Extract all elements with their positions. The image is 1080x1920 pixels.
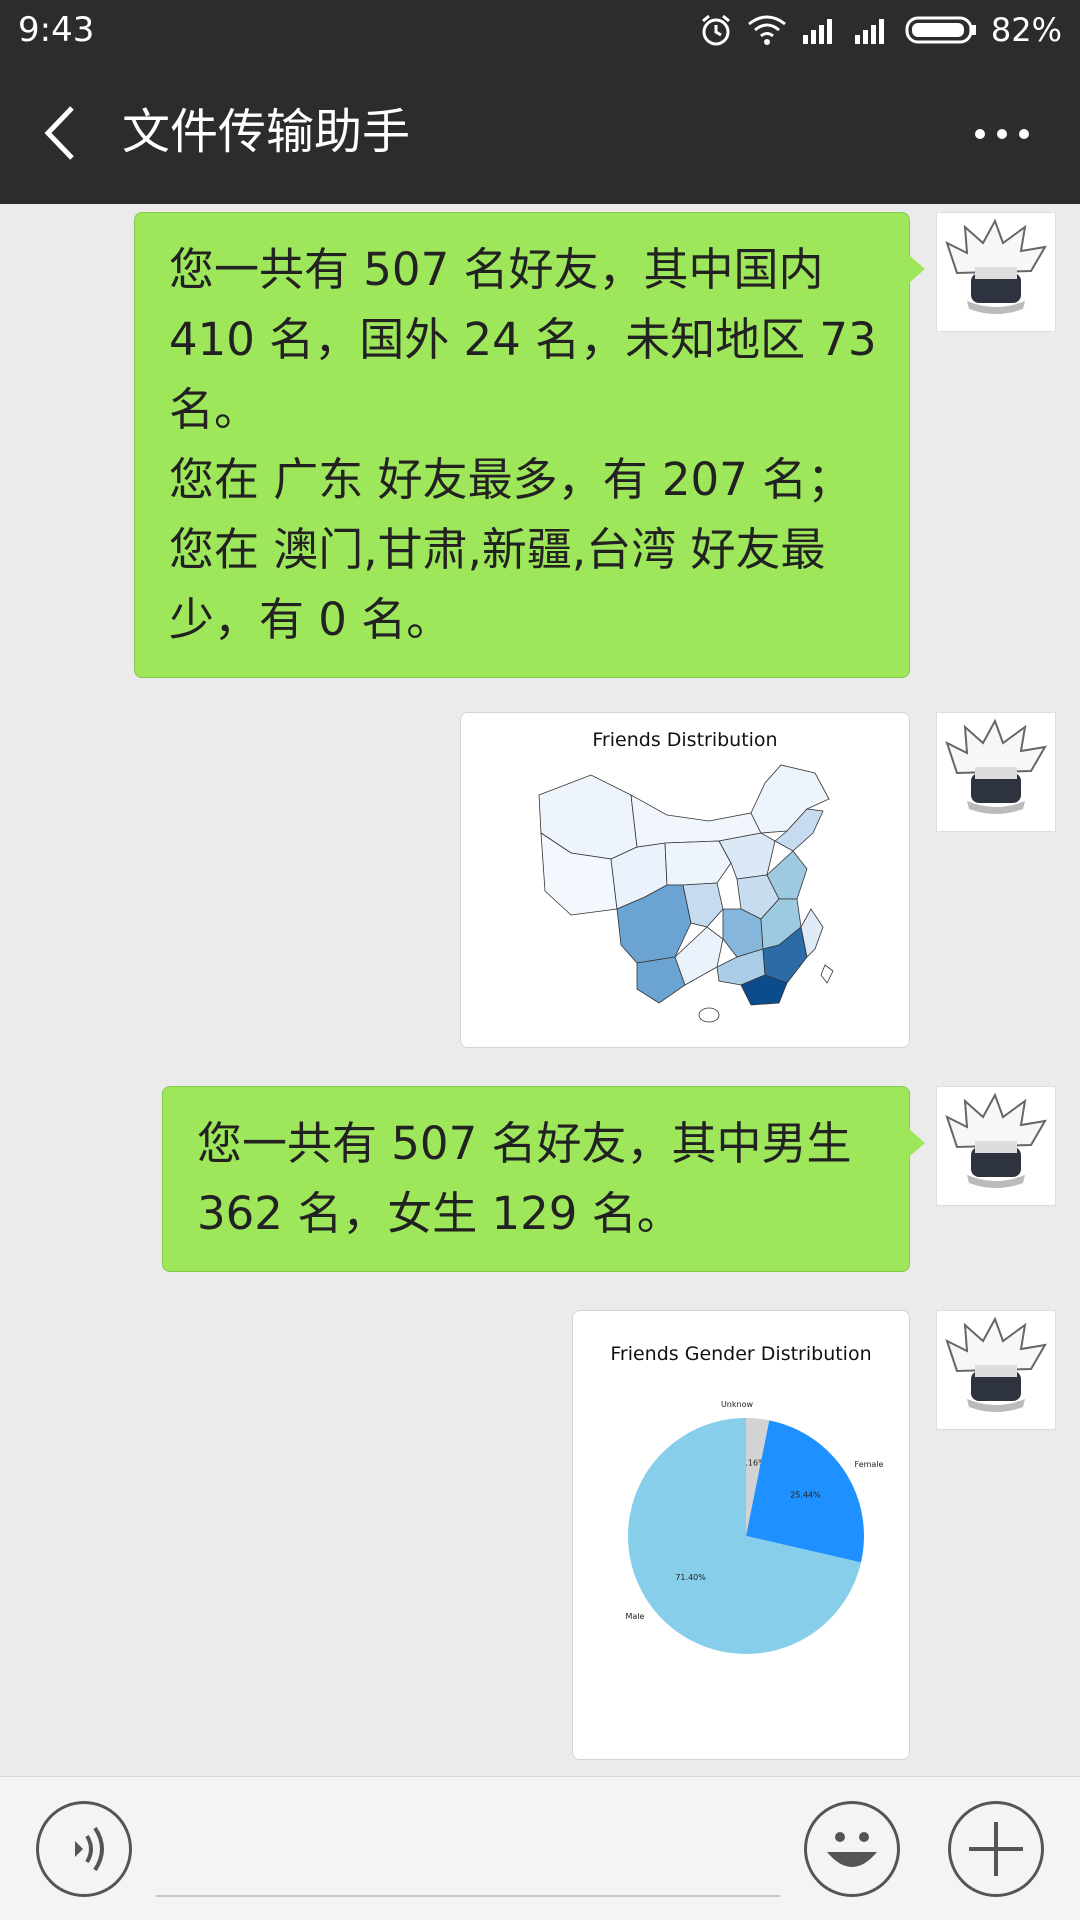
pie-chart-image[interactable]: Friends Gender Distribution 3.16% Unknow 2… — [572, 1310, 910, 1760]
avatar[interactable] — [936, 1310, 1056, 1430]
map-image[interactable]: Friends Distribution — [460, 712, 910, 1048]
avatar-image — [945, 218, 1047, 314]
pie-slice-label: Male — [626, 1612, 645, 1621]
message-line: 362 名，女生 129 名。 — [197, 1187, 682, 1240]
status-bar: 9:43 82% — [0, 0, 1080, 62]
message-line: 名。 — [169, 383, 260, 436]
message-4: Friends Gender Distribution 3.16% Unknow 2… — [572, 1310, 1056, 1760]
message-line: 您在 澳门,甘肃,新疆,台湾 好友最 — [169, 523, 826, 576]
message-line: 您一共有 507 名好友，其中男生 — [197, 1117, 852, 1170]
pie-pct-label: 71.40% — [675, 1573, 706, 1582]
plus-icon — [969, 1822, 1023, 1876]
avatar[interactable] — [936, 712, 1056, 832]
voice-icon — [75, 1826, 104, 1872]
status-time: 9:43 — [18, 10, 95, 50]
message-line: 少，有 0 名。 — [169, 593, 452, 646]
add-button[interactable] — [948, 1801, 1044, 1897]
pie-pct-label: 25.44% — [790, 1491, 821, 1500]
message-bubble[interactable]: 您一共有 507 名好友，其中男生 362 名，女生 129 名。 — [162, 1086, 925, 1272]
avatar-image — [945, 718, 1047, 814]
chat-header: 文件传输助手 — [0, 62, 1080, 204]
emoji-button[interactable] — [804, 1801, 900, 1897]
chevron-left-icon[interactable] — [34, 98, 94, 168]
message-3: 您一共有 507 名好友，其中男生 362 名，女生 129 名。 — [162, 1086, 1056, 1272]
avatar[interactable] — [936, 1086, 1056, 1206]
message-line: 您一共有 507 名好友，其中国内 — [169, 243, 824, 296]
china-map-graphic — [538, 764, 834, 1023]
signal-icon — [802, 19, 832, 44]
message-line: 您在 广东 好友最多，有 207 名； — [169, 453, 853, 506]
battery-icon — [905, 16, 976, 44]
message-bubble[interactable]: 您一共有 507 名好友，其中国内 410 名，国外 24 名，未知地区 73 … — [134, 212, 925, 678]
message-2: Friends Distribution — [460, 712, 1056, 1048]
alarm-icon — [701, 14, 730, 46]
more-dots-icon[interactable] — [972, 120, 1032, 148]
pie-slice-label: Unknow — [721, 1400, 754, 1409]
page-title: 文件传输助手 — [122, 104, 411, 160]
message-1: 您一共有 507 名好友，其中国内 410 名，国外 24 名，未知地区 73 … — [134, 212, 1056, 678]
avatar-image — [945, 1316, 1047, 1412]
pie-chart: 3.16%Unknow25.44%Female71.40%Male — [626, 1400, 884, 1654]
signal-icon-2 — [854, 19, 884, 44]
chat-area[interactable]: 您一共有 507 名好友，其中国内 410 名，国外 24 名，未知地区 73 … — [0, 204, 1080, 1776]
battery-percent: 82% — [990, 11, 1062, 49]
pie-slice-label: Female — [855, 1460, 884, 1469]
voice-button[interactable] — [36, 1801, 132, 1897]
emoji-icon — [827, 1832, 877, 1867]
message-line: 410 名，国外 24 名，未知地区 73 — [169, 313, 877, 366]
avatar[interactable] — [936, 212, 1056, 332]
wifi-icon — [747, 15, 786, 45]
message-input[interactable] — [156, 1895, 780, 1897]
input-bar — [0, 1776, 1080, 1920]
avatar-image — [945, 1092, 1047, 1188]
